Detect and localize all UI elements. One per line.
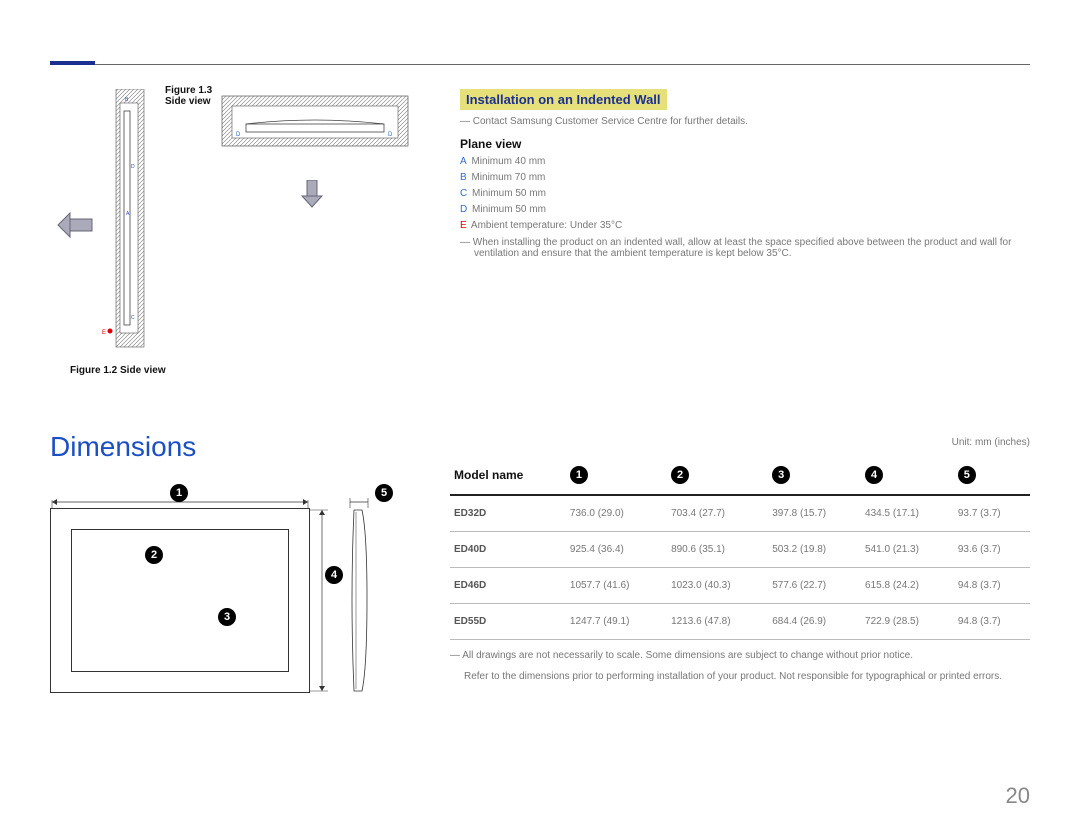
dimensions-diagram: 1 2 3 4 5 (50, 498, 370, 718)
spec-d-key: D (460, 204, 467, 215)
c2-cell: 703.4 (27.7) (667, 495, 768, 532)
c2-cell: 1023.0 (40.3) (667, 568, 768, 604)
table-row: ED32D736.0 (29.0)703.4 (27.7)397.8 (15.7… (450, 495, 1030, 532)
c3-cell: 577.6 (22.7) (768, 568, 861, 604)
page-number: 20 (1006, 783, 1030, 809)
col-header-2: 2 (671, 466, 689, 484)
c4-cell: 722.9 (28.5) (861, 604, 954, 640)
figure-1-2-caption: Figure 1.2 Side view (70, 365, 220, 376)
svg-text:E: E (102, 330, 106, 336)
c4-cell: 541.0 (21.3) (861, 532, 954, 568)
installation-text-column: Installation on an Indented Wall ― Conta… (450, 89, 1030, 376)
unit-label: Unit: mm (inches) (450, 437, 1030, 448)
spec-c: C Minimum 50 mm (460, 188, 1030, 199)
spec-a: A Minimum 40 mm (460, 156, 1030, 167)
col-header-1: 1 (570, 466, 588, 484)
spec-c-key: C (460, 188, 467, 199)
c2-cell: 1213.6 (47.8) (667, 604, 768, 640)
c5-cell: 93.6 (3.7) (954, 532, 1030, 568)
arrow-down-icon (300, 180, 324, 208)
plane-view-heading: Plane view (460, 137, 1030, 151)
plan-view-svg: D D (220, 89, 410, 169)
spec-d-val: Minimum 50 mm (472, 204, 546, 215)
model-cell: ED40D (450, 532, 566, 568)
c1-cell: 736.0 (29.0) (566, 495, 667, 532)
side-view-1-svg: B D A C E (102, 89, 152, 349)
table-row: ED40D925.4 (36.4)890.6 (35.1)503.2 (19.8… (450, 532, 1030, 568)
spec-b-key: B (460, 172, 467, 183)
col-header-3: 3 (772, 466, 790, 484)
dim-marker-1: 1 (170, 484, 188, 502)
install-note: ― When installing the product on an inde… (460, 237, 1030, 259)
col-header-4: 4 (865, 466, 883, 484)
dimensions-table-column: Unit: mm (inches) Model name 1 2 3 4 5 E… (450, 431, 1030, 718)
c5-cell: 94.8 (3.7) (954, 604, 1030, 640)
dimensions-figure-column: Dimensions (50, 431, 450, 718)
dim-marker-3: 3 (218, 608, 236, 626)
screen-outline (71, 529, 289, 672)
c5-cell: 94.8 (3.7) (954, 568, 1030, 604)
c1-cell: 1057.7 (41.6) (566, 568, 667, 604)
svg-text:D: D (388, 132, 393, 138)
spec-a-val: Minimum 40 mm (471, 156, 545, 167)
figure-side-view-group: Figure 1.3 Side view B D A C E (50, 89, 220, 376)
spec-b: B Minimum 70 mm (460, 172, 1030, 183)
c4-cell: 615.8 (24.2) (861, 568, 954, 604)
installation-heading: Installation on an Indented Wall (460, 89, 667, 110)
c3-cell: 503.2 (19.8) (768, 532, 861, 568)
spec-e: E Ambient temperature: Under 35°C (460, 220, 1030, 231)
table-header-row: Model name 1 2 3 4 5 (450, 456, 1030, 495)
table-row: ED46D1057.7 (41.6)1023.0 (40.3)577.6 (22… (450, 568, 1030, 604)
model-name-header: Model name (450, 456, 566, 495)
c3-cell: 397.8 (15.7) (768, 495, 861, 532)
model-cell: ED46D (450, 568, 566, 604)
dimensions-table: Model name 1 2 3 4 5 ED32D736.0 (29.0)70… (450, 456, 1030, 640)
svg-text:C: C (131, 315, 135, 321)
figure-plan-view-group: D D (220, 89, 450, 376)
spec-a-key: A (460, 156, 467, 167)
spec-c-val: Minimum 50 mm (472, 188, 546, 199)
figure-1-3: Figure 1.3 Side view B D A C E (50, 89, 220, 359)
accent-bar (50, 61, 95, 65)
dimensions-title: Dimensions (50, 431, 450, 463)
footnote-2: Refer to the dimensions prior to perform… (450, 671, 1030, 682)
footnote-1: ― All drawings are not necessarily to sc… (450, 650, 1030, 661)
dim-marker-2: 2 (145, 546, 163, 564)
front-outline (50, 508, 310, 693)
page-top-rule (50, 64, 1030, 65)
c2-cell: 890.6 (35.1) (667, 532, 768, 568)
dim-marker-4: 4 (325, 566, 343, 584)
model-cell: ED32D (450, 495, 566, 532)
spec-d: D Minimum 50 mm (460, 204, 1030, 215)
svg-text:D: D (236, 132, 241, 138)
spec-e-val: Ambient temperature: Under 35°C (471, 220, 622, 231)
spec-b-val: Minimum 70 mm (471, 172, 545, 183)
contact-note: ― Contact Samsung Customer Service Centr… (460, 116, 1030, 127)
c5-cell: 93.7 (3.7) (954, 495, 1030, 532)
spec-e-key: E (460, 220, 467, 231)
col-header-5: 5 (958, 466, 976, 484)
model-cell: ED55D (450, 604, 566, 640)
c4-cell: 434.5 (17.1) (861, 495, 954, 532)
dim-marker-5: 5 (375, 484, 393, 502)
c1-cell: 925.4 (36.4) (566, 532, 667, 568)
svg-text:D: D (131, 164, 135, 170)
c1-cell: 1247.7 (49.1) (566, 604, 667, 640)
arrow-left-icon (56, 209, 96, 241)
table-row: ED55D1247.7 (49.1)1213.6 (47.8)684.4 (26… (450, 604, 1030, 640)
c3-cell: 684.4 (26.9) (768, 604, 861, 640)
